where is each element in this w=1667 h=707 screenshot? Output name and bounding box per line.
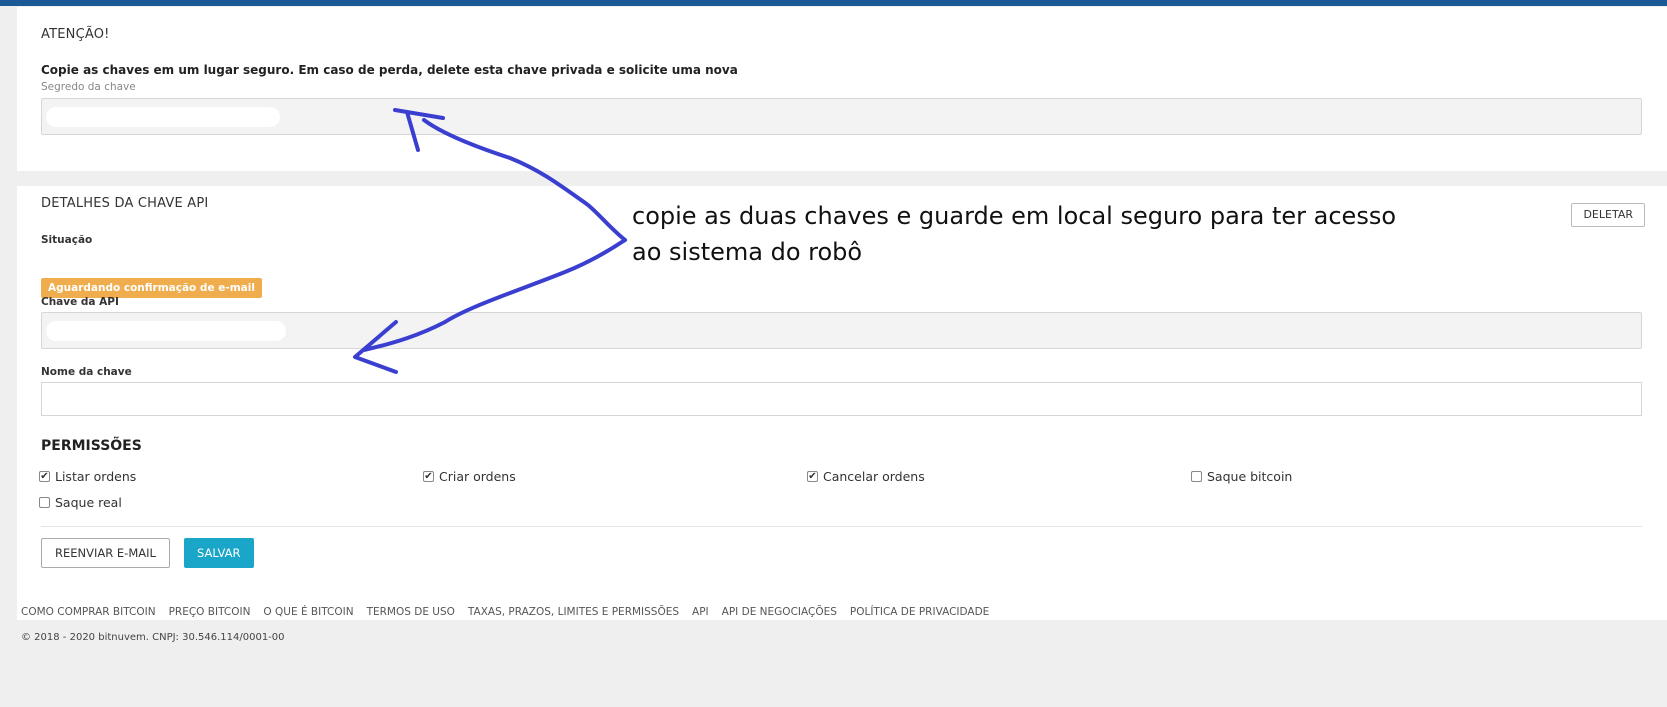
api-key-field[interactable] (41, 312, 1642, 349)
delete-button[interactable]: DELETAR (1571, 203, 1645, 227)
status-label: Situação (41, 234, 93, 246)
api-key-value-redacted (46, 321, 286, 341)
permission-label: Listar ordens (55, 469, 137, 484)
status-badge: Aguardando confirmação de e-mail (41, 278, 262, 298)
secret-label: Segredo da chave (41, 81, 136, 93)
permission-label: Saque bitcoin (1207, 469, 1293, 484)
divider (41, 526, 1642, 527)
footer-link-api[interactable]: API (692, 606, 709, 618)
footer-link-fees[interactable]: TAXAS, PRAZOS, LIMITES E PERMISSÕES (468, 606, 679, 618)
secret-field[interactable] (41, 98, 1642, 135)
footer-link-what-is[interactable]: O QUE É BITCOIN (263, 606, 353, 618)
footer-link-terms[interactable]: TERMOS DE USO (367, 606, 455, 618)
permission-withdraw-real[interactable]: Saque real (39, 495, 122, 510)
save-button[interactable]: SALVAR (184, 538, 254, 568)
footer-links: COMO COMPRAR BITCOIN PREÇO BITCOIN O QUE… (21, 606, 989, 618)
copyright: © 2018 - 2020 bitnuvem. CNPJ: 30.546.114… (21, 632, 285, 643)
warning-title: ATENÇÃO! (41, 27, 110, 42)
checkbox-checked-icon[interactable]: ✔ (39, 471, 50, 482)
checkbox-unchecked-icon[interactable] (39, 497, 50, 508)
permission-withdraw-bitcoin[interactable]: Saque bitcoin (1191, 469, 1292, 484)
checkbox-checked-icon[interactable]: ✔ (807, 471, 818, 482)
permissions-title: PERMISSÕES (41, 438, 142, 454)
checkbox-unchecked-icon[interactable] (1191, 471, 1202, 482)
footer-link-privacy[interactable]: POLÍTICA DE PRIVACIDADE (850, 606, 989, 618)
secret-value-redacted (46, 107, 280, 127)
permission-label: Criar ordens (439, 469, 516, 484)
permission-list-orders[interactable]: ✔ Listar ordens (39, 469, 136, 484)
permission-label: Saque real (55, 495, 122, 510)
resend-email-button[interactable]: REENVIAR E-MAIL (41, 538, 170, 568)
permission-cancel-orders[interactable]: ✔ Cancelar ordens (807, 469, 925, 484)
api-key-label: Chave da API (41, 296, 119, 308)
key-name-label: Nome da chave (41, 366, 132, 378)
permission-create-orders[interactable]: ✔ Criar ordens (423, 469, 516, 484)
warning-note: Copie as chaves em um lugar seguro. Em c… (41, 63, 738, 77)
footer-link-trading-api[interactable]: API DE NEGOCIAÇÕES (722, 606, 837, 618)
key-name-input[interactable] (41, 382, 1642, 416)
footer-link-how-to-buy[interactable]: COMO COMPRAR BITCOIN (21, 606, 156, 618)
details-title: DETALHES DA CHAVE API (41, 196, 209, 211)
checkbox-checked-icon[interactable]: ✔ (423, 471, 434, 482)
footer-link-price[interactable]: PREÇO BITCOIN (169, 606, 251, 618)
warning-card: ATENÇÃO! Copie as chaves em um lugar seg… (17, 7, 1667, 171)
annotation-text: copie as duas chaves e guarde em local s… (632, 202, 1397, 266)
top-bar (0, 0, 1667, 6)
permission-label: Cancelar ordens (823, 469, 925, 484)
